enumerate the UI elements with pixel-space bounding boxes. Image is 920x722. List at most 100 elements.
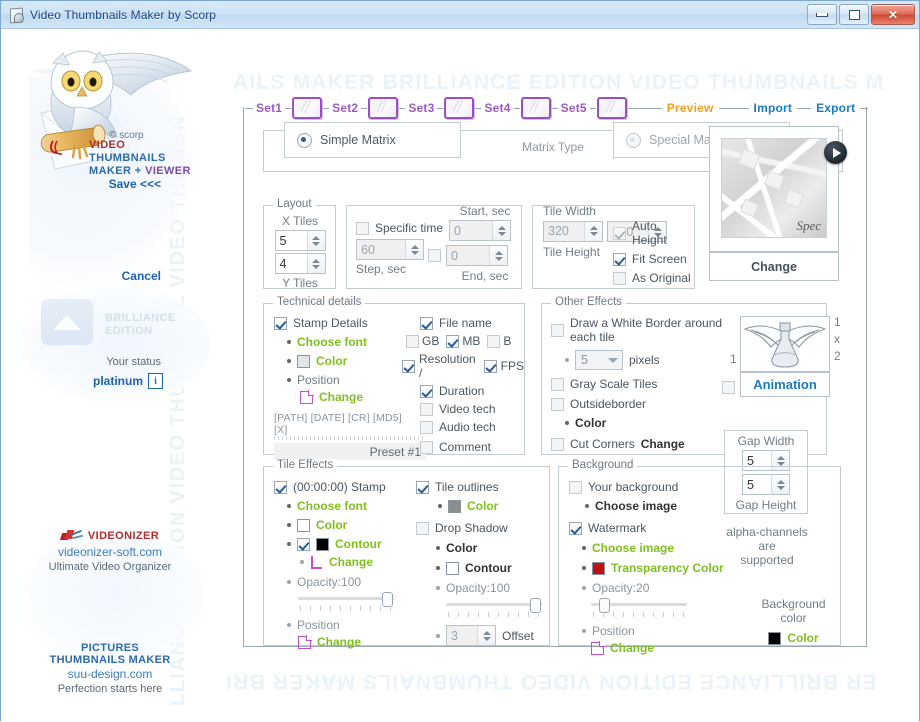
- your-background-row[interactable]: Your background: [569, 480, 759, 494]
- x-tiles-spinner[interactable]: 5: [274, 230, 326, 251]
- tab-import[interactable]: Import: [748, 101, 798, 115]
- chevron-down-icon[interactable]: [606, 351, 621, 369]
- end-sec-arrows-icon[interactable]: [489, 246, 507, 265]
- info-icon[interactable]: i: [148, 373, 163, 389]
- save-link[interactable]: Save <<<: [109, 177, 161, 191]
- animation-checkbox[interactable]: [722, 381, 735, 394]
- file-name-row[interactable]: File name: [420, 316, 524, 330]
- te-opacity-slider[interactable]: [298, 591, 394, 607]
- cancel-link[interactable]: Cancel: [122, 269, 161, 283]
- step-sec-arrows-icon[interactable]: [405, 240, 423, 259]
- fit-screen-row[interactable]: Fit Screen: [613, 252, 694, 266]
- as-original-row[interactable]: As Original: [613, 271, 694, 285]
- wm-opacity-knob[interactable]: [599, 598, 610, 613]
- te-opacity-knob[interactable]: [382, 592, 393, 607]
- tech-position-change-link[interactable]: Change: [319, 390, 363, 404]
- background-color-link[interactable]: Color: [787, 631, 818, 645]
- te-contour-row[interactable]: Contour: [287, 537, 414, 551]
- outsideborder-color-row[interactable]: Color: [565, 416, 751, 430]
- pixels-select[interactable]: 5: [575, 350, 623, 370]
- step-sec-spinner[interactable]: 60: [356, 239, 424, 260]
- gray-scale-checkbox[interactable]: [551, 377, 564, 391]
- wm-position-change-link[interactable]: Change: [610, 641, 654, 655]
- set-label-2[interactable]: Set2: [329, 101, 362, 115]
- shadow-contour-link[interactable]: Contour: [465, 561, 512, 575]
- wm-choose-image-link[interactable]: Choose image: [592, 541, 674, 555]
- outline-color-swatch-icon[interactable]: [448, 499, 461, 513]
- specific-time-checkbox[interactable]: [356, 221, 369, 235]
- offset-spinner[interactable]: 3: [446, 625, 496, 646]
- tech-choose-font-row[interactable]: Choose font: [287, 335, 402, 349]
- wm-opacity-slider[interactable]: [591, 597, 687, 613]
- specific-time-row[interactable]: Specific time: [356, 221, 443, 235]
- tech-color-swatch-icon[interactable]: [297, 354, 310, 368]
- te-contour-change-link[interactable]: Change: [329, 555, 373, 569]
- shadow-contour-swatch-icon[interactable]: [446, 561, 459, 575]
- animation-button[interactable]: Animation: [740, 372, 830, 397]
- radio-special-matrix-icon[interactable]: [626, 132, 641, 148]
- outsideborder-row[interactable]: Outsideborder: [551, 397, 751, 411]
- background-color-row[interactable]: Color: [747, 631, 840, 645]
- shadow-opacity-slider[interactable]: [446, 597, 542, 613]
- auto-height-checkbox[interactable]: [613, 226, 626, 240]
- minimize-button[interactable]: [807, 4, 837, 25]
- transparency-color-row[interactable]: Transparency Color: [582, 561, 759, 575]
- start-sec-arrows-icon[interactable]: [492, 221, 510, 240]
- te-color-row[interactable]: Color: [287, 518, 414, 532]
- your-background-checkbox[interactable]: [569, 480, 582, 494]
- set-thumb-3[interactable]: [444, 97, 475, 119]
- set-label-3[interactable]: Set3: [405, 101, 438, 115]
- white-border-checkbox[interactable]: [551, 323, 564, 337]
- te-position-change-row[interactable]: Change: [298, 635, 414, 649]
- tab-preview[interactable]: Preview: [661, 101, 719, 115]
- file-name-checkbox[interactable]: [420, 316, 433, 330]
- preview-image[interactable]: Spec: [721, 138, 827, 238]
- te-choose-font-row[interactable]: Choose font: [287, 499, 414, 513]
- comment-checkbox[interactable]: [420, 440, 433, 454]
- position-corner-icon[interactable]: [300, 390, 314, 404]
- tech-color-link[interactable]: Color: [316, 354, 347, 368]
- fps-checkbox[interactable]: [483, 359, 497, 373]
- shadow-color-link[interactable]: Color: [446, 541, 477, 555]
- set-thumb-1[interactable]: [292, 97, 323, 119]
- shadow-color-row[interactable]: Color: [436, 541, 544, 555]
- videonizer-ad[interactable]: VIDEONIZER videonizer-soft.com Ultimate …: [1, 529, 219, 573]
- te-contour-link[interactable]: Contour: [335, 537, 382, 551]
- set-thumb-4[interactable]: [520, 97, 551, 119]
- te-choose-font-link[interactable]: Choose font: [297, 499, 367, 513]
- duration-row[interactable]: Duration: [420, 384, 524, 398]
- position-corner-icon[interactable]: [298, 635, 312, 649]
- position-corner-icon[interactable]: [591, 641, 605, 655]
- te-color-link[interactable]: Color: [316, 518, 347, 532]
- preview-change-button[interactable]: Change: [709, 252, 839, 281]
- background-color-swatch-icon[interactable]: [768, 631, 782, 645]
- tech-choose-font-link[interactable]: Choose font: [297, 335, 367, 349]
- outsideborder-checkbox[interactable]: [551, 397, 564, 411]
- end-sec-checkbox[interactable]: [428, 249, 441, 262]
- te-color-swatch-icon[interactable]: [297, 518, 310, 532]
- video-tech-checkbox[interactable]: [420, 402, 433, 416]
- te-contour-swatch-icon[interactable]: [316, 537, 329, 551]
- cut-corners-row[interactable]: Cut Corners Change: [551, 437, 751, 451]
- animation-preview[interactable]: [740, 316, 830, 372]
- watermark-checkbox[interactable]: [569, 521, 582, 535]
- tile-width-spinner[interactable]: 320: [543, 220, 603, 242]
- pixels-row[interactable]: 5 pixels: [565, 350, 751, 370]
- cut-corners-change-link[interactable]: Change: [641, 437, 685, 451]
- outsideborder-color-link[interactable]: Color: [575, 416, 606, 430]
- tile-width-arrows-icon[interactable]: [584, 221, 602, 241]
- comment-row[interactable]: Comment: [420, 440, 524, 454]
- cut-corners-checkbox[interactable]: [551, 437, 564, 451]
- pictures-maker-ad[interactable]: PICTURES THUMBNAILS MAKER suu-design.com…: [1, 642, 219, 695]
- videonizer-url[interactable]: videonizer-soft.com: [1, 545, 219, 559]
- set-label-1[interactable]: Set1: [253, 101, 286, 115]
- wm-position-change-row[interactable]: Change: [591, 641, 759, 655]
- shadow-opacity-knob[interactable]: [530, 598, 541, 613]
- mb-checkbox[interactable]: [446, 334, 460, 348]
- simple-matrix-option[interactable]: Simple Matrix: [284, 122, 461, 158]
- te-position-change-link[interactable]: Change: [317, 635, 361, 649]
- offset-arrows-icon[interactable]: [477, 626, 495, 645]
- set-thumb-5[interactable]: [596, 97, 627, 119]
- duration-checkbox[interactable]: [420, 384, 433, 398]
- outline-color-link[interactable]: Color: [467, 499, 498, 513]
